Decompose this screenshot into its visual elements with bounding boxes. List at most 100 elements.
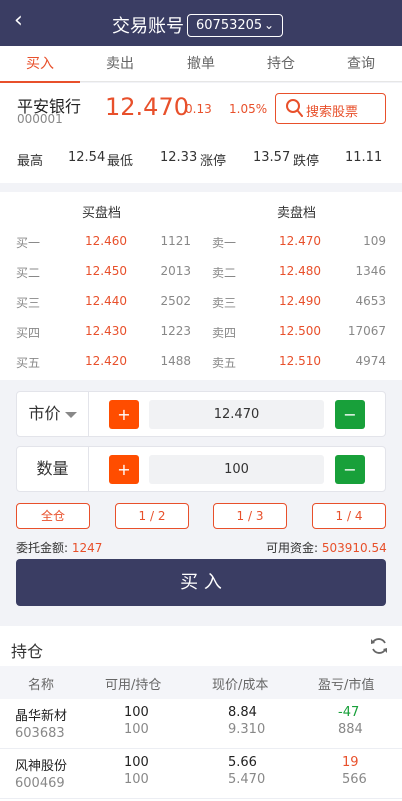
price-row: 市价 + 12.470 − — [16, 391, 386, 437]
buy-level-label: 买二 — [16, 266, 41, 280]
sell-level-volume: 1346 — [355, 264, 386, 278]
col-price-cost: 现价/成本 — [212, 678, 269, 693]
col-name: 名称 — [28, 678, 55, 693]
limit-up-label: 涨停 — [200, 154, 227, 169]
buy-level-label: 买五 — [16, 356, 41, 370]
table-row[interactable]: 风神股份 600469 100 100 5.66 5.470 19 566 — [0, 751, 402, 799]
order-book: 买盘档 卖盘档 买一 12.460 1121 卖一 12.470 109 买二 12.450 2… — [0, 192, 402, 380]
position-pnl: -47 — [338, 705, 360, 720]
price-type-label: 市价 — [28, 404, 61, 423]
stock-price: 12.470 — [105, 93, 189, 121]
table-row[interactable]: 晶华新材 603683 100 100 8.84 9.310 -47 884 — [0, 701, 402, 749]
position-holding: 100 — [124, 772, 149, 787]
order-form: 市价 + 12.470 − 数量 + 100 − 全仓 1 / 2 1 / 3 … — [0, 380, 402, 621]
caret-down-icon — [64, 411, 77, 418]
fraction-half-button[interactable]: 1 / 2 — [115, 503, 189, 529]
refresh-icon[interactable] — [369, 636, 389, 656]
position-value: 566 — [342, 772, 367, 787]
position-name: 晶华新材 — [15, 709, 68, 724]
low-value: 12.33 — [160, 150, 198, 165]
sell-level-volume: 4653 — [355, 294, 386, 308]
buy-level-price: 12.420 — [85, 354, 127, 368]
quantity-increase-button[interactable]: + — [109, 455, 139, 484]
limit-up-value: 13.57 — [253, 150, 291, 165]
sell-level-label: 卖三 — [212, 296, 237, 310]
high-label: 最高 — [17, 154, 44, 169]
tab-sell[interactable]: 卖出 — [80, 46, 160, 82]
tab-buy[interactable]: 买入 — [0, 46, 80, 83]
app-header: ‹ 交易账号 60753205 ⌄ — [0, 0, 402, 46]
position-name: 风神股份 — [15, 759, 68, 774]
col-available-holding: 可用/持仓 — [105, 678, 162, 693]
fraction-all-button[interactable]: 全仓 — [16, 503, 90, 529]
col-pnl-value: 盈亏/市值 — [318, 678, 375, 693]
positions-title: 持仓 — [11, 642, 44, 661]
fraction-third-button[interactable]: 1 / 3 — [213, 503, 287, 529]
sell-level-price: 12.510 — [279, 354, 321, 368]
available-funds-value: 503910.54 — [321, 541, 387, 555]
quantity-row: 数量 + 100 − — [16, 446, 386, 492]
order-amount-value: 1247 — [71, 541, 103, 555]
position-available: 100 — [124, 755, 149, 770]
sell-level-volume: 17067 — [347, 324, 386, 338]
buy-level-label: 买三 — [16, 296, 41, 310]
sell-level-label: 卖五 — [212, 356, 237, 370]
quantity-label: 数量 — [17, 447, 89, 491]
buy-level-volume: 1223 — [160, 324, 191, 338]
chevron-left-icon[interactable]: ‹ — [14, 8, 23, 33]
quantity-decrease-button[interactable]: − — [335, 455, 365, 484]
limit-down-label: 跌停 — [293, 154, 320, 169]
chevron-down-icon: ⌄ — [263, 18, 274, 32]
page-title: 交易账号 — [112, 16, 184, 37]
price-type-select[interactable]: 市价 — [17, 392, 89, 436]
stock-code: 000001 — [17, 112, 63, 126]
sell-level-price: 12.500 — [279, 324, 321, 338]
positions-panel: 持仓 名称 可用/持仓 现价/成本 盈亏/市值 晶华新材 603683 100 10… — [0, 626, 402, 801]
buy-level-volume: 1488 — [160, 354, 191, 368]
account-selector[interactable]: 60753205 ⌄ — [187, 14, 283, 37]
search-stock-label: 搜索股票 — [306, 105, 359, 120]
sell-level-price: 12.490 — [279, 294, 321, 308]
buy-submit-button[interactable]: 买 入 — [16, 559, 386, 606]
buy-level-volume: 2013 — [160, 264, 191, 278]
buy-level-price: 12.460 — [85, 234, 127, 248]
sell-book-title: 卖盘档 — [277, 206, 317, 221]
sell-level-price: 12.480 — [279, 264, 321, 278]
tab-query[interactable]: 查询 — [321, 46, 401, 82]
available-funds-label: 可用资金: — [266, 541, 319, 555]
search-icon — [286, 99, 303, 117]
limit-down-value: 11.11 — [345, 150, 383, 165]
position-code: 603683 — [15, 726, 65, 741]
buy-level-price: 12.430 — [85, 324, 127, 338]
search-stock-button[interactable]: 搜索股票 — [275, 93, 386, 124]
position-price: 8.84 — [228, 705, 257, 720]
stock-info: 平安银行 000001 12.470 0.13 1.05% 搜索股票 最高 12… — [0, 83, 402, 183]
position-available: 100 — [124, 705, 149, 720]
sell-level-price: 12.470 — [279, 234, 321, 248]
price-input[interactable]: 12.470 — [149, 400, 324, 429]
position-value: 884 — [338, 722, 363, 737]
sell-level-volume: 4974 — [355, 354, 386, 368]
trade-tabs: 买入 卖出 撤单 持仓 查询 — [0, 46, 402, 83]
position-holding: 100 — [124, 722, 149, 737]
sell-level-label: 卖一 — [212, 236, 237, 250]
position-cost: 5.470 — [228, 772, 266, 787]
account-number: 60753205 — [196, 18, 263, 33]
sell-level-volume: 109 — [363, 234, 386, 248]
order-amount: 委托金额: 1247 — [16, 539, 102, 556]
tab-positions[interactable]: 持仓 — [241, 46, 321, 82]
tab-cancel[interactable]: 撤单 — [161, 46, 241, 82]
position-pnl: 19 — [342, 755, 359, 770]
quantity-input[interactable]: 100 — [149, 455, 324, 484]
position-price: 5.66 — [228, 755, 257, 770]
buy-level-price: 12.450 — [85, 264, 127, 278]
high-value: 12.54 — [68, 150, 106, 165]
buy-level-volume: 2502 — [160, 294, 191, 308]
price-increase-button[interactable]: + — [109, 400, 139, 429]
stock-change: 0.13 — [185, 102, 212, 116]
stock-change-pct: 1.05% — [229, 102, 268, 116]
price-decrease-button[interactable]: − — [335, 400, 365, 429]
low-label: 最低 — [107, 154, 134, 169]
sell-level-label: 卖四 — [212, 326, 237, 340]
fraction-quarter-button[interactable]: 1 / 4 — [312, 503, 386, 529]
